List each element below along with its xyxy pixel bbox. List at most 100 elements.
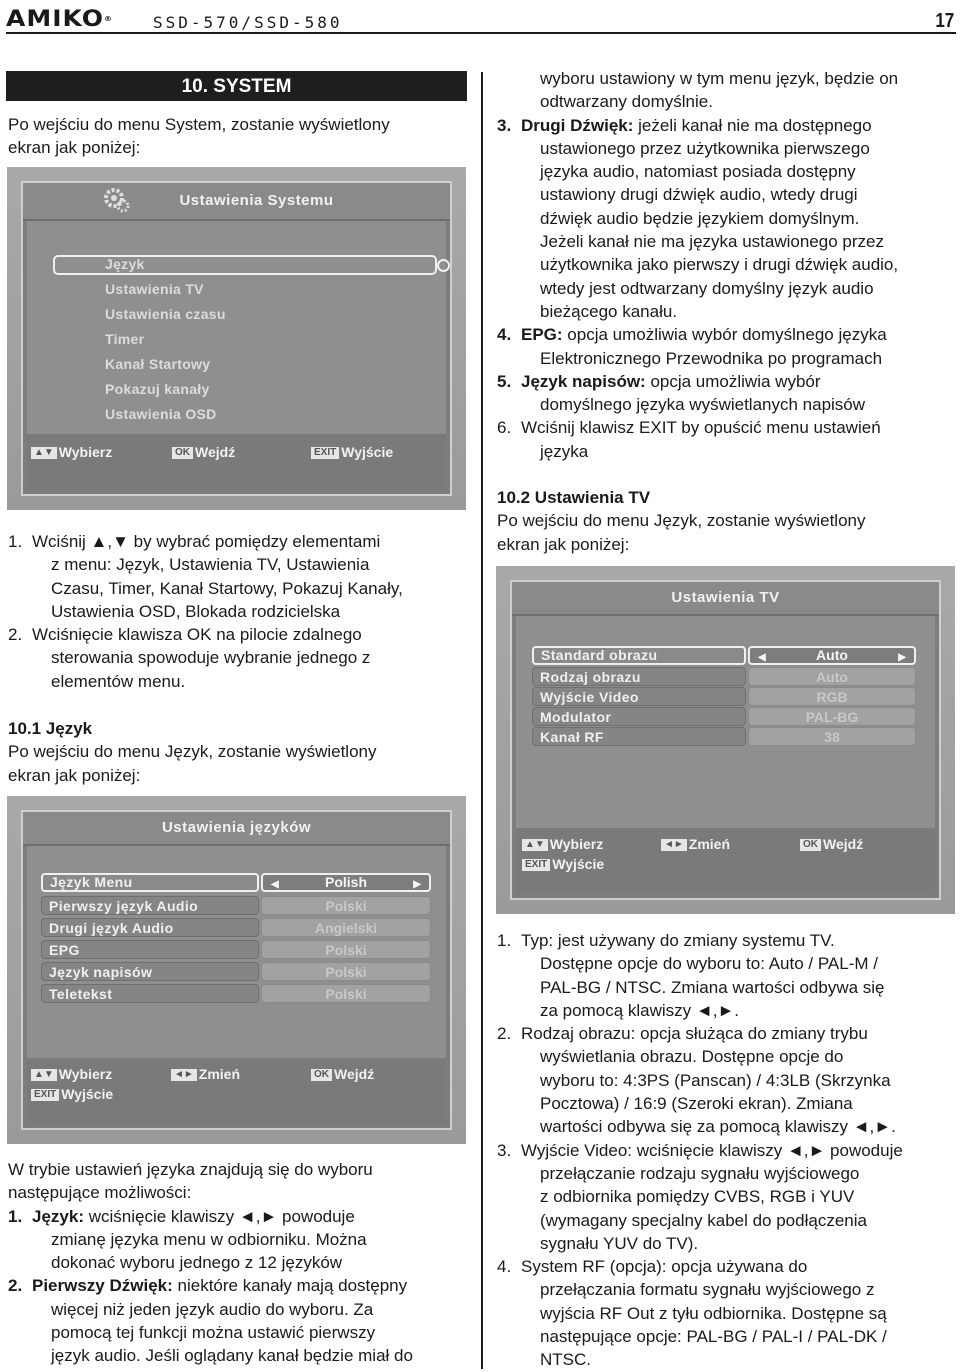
hint-enter: OK Wejdź	[172, 444, 235, 460]
value-text: Auto	[816, 647, 848, 663]
setting-row[interactable]: Język napisów Polski	[41, 962, 431, 981]
setting-row[interactable]: Wyjście Video RGB	[532, 687, 916, 706]
hint-change: ◄► Zmień	[171, 1066, 240, 1082]
menu-item-ustawienia-czasu[interactable]: Ustawienia czasu	[105, 306, 226, 322]
list-item: 2. Rodzaj obrazu: opcja służąca do zmiany…	[497, 1022, 960, 1045]
setting-label: Teletekst	[41, 984, 259, 1003]
setting-value[interactable]: Polski	[261, 940, 431, 959]
item-term: Język:	[32, 1206, 84, 1226]
arrow-right-icon[interactable]: ▶	[898, 650, 906, 665]
hint-change: ◄► Zmień	[661, 836, 730, 852]
menu-item-timer[interactable]: Timer	[105, 331, 144, 347]
text-line: przełączanie rodzaju sygnału wyjściowego	[540, 1163, 860, 1183]
list-item: 3. Wyjście Video: wciśnięcie klawiszy ◄,►…	[497, 1139, 960, 1162]
osd-body: Język Ustawienia TV Ustawienia czasu Tim…	[27, 221, 450, 447]
arrow-left-icon[interactable]: ◀	[758, 650, 766, 665]
setting-value[interactable]: ◀ Auto ▶	[748, 646, 916, 665]
text-line: za pomocą klawiszy ◄,►.	[540, 1000, 739, 1020]
setting-row[interactable]: Kanał RF 38	[532, 727, 916, 746]
text-line: odtwarzany domyślnie.	[540, 92, 713, 112]
setting-row[interactable]: Modulator PAL-BG	[532, 707, 916, 726]
text-line: wciśnięcie klawiszy ◄,► powoduje	[83, 1206, 355, 1226]
text-line: System RF (opcja): opcja używana do	[521, 1257, 808, 1277]
setting-label: Standard obrazu	[532, 646, 746, 665]
setting-value[interactable]: Auto	[748, 667, 916, 686]
setting-label: EPG	[41, 940, 259, 959]
item-number: 1.	[497, 931, 512, 950]
text-line: użytkownika jako pierwszy i drugi dźwięk…	[540, 255, 899, 275]
item-number: 5.	[497, 371, 512, 391]
text-line: następujące możliwości:	[8, 1183, 192, 1203]
setting-value[interactable]: Polski	[261, 896, 431, 915]
list-item: 6. Wciśnij klawisz EXIT by opuścić menu u…	[497, 416, 957, 439]
osd-footer: ▲▼ Wybierz ◄► Zmień OK Wejdź EXIT Wyjście	[27, 1060, 446, 1124]
up-down-key-icon: ▲▼	[31, 447, 57, 460]
arrow-left-icon[interactable]: ◀	[271, 877, 279, 892]
item-term: Pierwszy Dźwięk:	[32, 1276, 173, 1296]
list-item: 3. Drugi Dźwięk: jeżeli kanał nie ma dost…	[497, 114, 957, 137]
setting-value[interactable]: PAL-BG	[748, 707, 916, 726]
item-number: 1.	[8, 532, 23, 551]
text-line: wyjścia RF Out z tyłu odbiornika. Dostęp…	[540, 1303, 887, 1323]
menu-item-ustawienia-osd[interactable]: Ustawienia OSD	[105, 406, 217, 422]
setting-value[interactable]: Angielski	[261, 918, 431, 937]
osd-frame: Ustawienia TV Standard obrazu ◀ Auto ▶ R…	[510, 580, 941, 900]
tv-options: 1. Typ: jest używany do zmiany systemu TV…	[497, 929, 960, 1372]
setting-label: Rodzaj obrazu	[532, 667, 746, 686]
setting-row[interactable]: Drugi język Audio Angielski	[41, 918, 431, 937]
setting-value[interactable]: Polski	[261, 962, 431, 981]
hint-label: Wybierz	[549, 836, 604, 852]
exit-key-icon: EXIT	[31, 1089, 60, 1102]
item-number: 6.	[497, 418, 512, 438]
text-line: Typ: jest używany do zmiany systemu TV.	[521, 931, 835, 950]
text-line: W trybie ustawień języka znajdują się do…	[8, 1160, 373, 1179]
model-name: SSD-570/SSD-580	[153, 13, 343, 32]
text-line: ekran jak poniżej:	[497, 534, 630, 554]
section-intro: Po wejściu do menu System, zostanie wyśw…	[8, 113, 468, 160]
system-settings-screen: Ustawienia Systemu Język Ustawienia TV U…	[7, 167, 466, 510]
system-steps: 1. Wciśnij ▲,▼ by wybrać pomiędzy element…	[8, 530, 473, 693]
list-item: 5. Język napisów: opcja umożliwia wybór	[497, 370, 957, 393]
text-line: wyboru ustawiony w tym menu język, będzi…	[540, 69, 899, 88]
hint-label: Wybierz	[58, 444, 113, 460]
text-line: zmianę języka menu w odbiorniku. Można	[51, 1229, 367, 1249]
menu-item-pokazuj-kanaly[interactable]: Pokazuj kanały	[105, 381, 210, 397]
text-line: Pocztowa) / 16:9 (Szeroki ekran). Zmiana	[540, 1094, 853, 1114]
left-right-key-icon: ◄►	[661, 839, 687, 852]
setting-value[interactable]: ◀ Polish ▶	[261, 873, 431, 892]
text-line: Czasu, Timer, Kanał Startowy, Pokazuj Ka…	[51, 578, 403, 598]
text-line: sterowania spowoduje wybranie jednego z	[51, 648, 371, 668]
text-line: Wciśnij ▲,▼ by wybrać pomiędzy elementam…	[32, 532, 381, 551]
text-line: wyboru to: 4:3PS (Panscan) / 4:3LB (Skrz…	[540, 1070, 891, 1090]
hint-enter: OK Wejdź	[311, 1066, 374, 1082]
setting-row[interactable]: Pierwszy język Audio Polski	[41, 896, 431, 915]
text-line: pomocą tej funkcji można ustawić pierwsz…	[51, 1323, 376, 1343]
text-line: ustawionego przez użytkownika pierwszego	[540, 138, 870, 158]
setting-row[interactable]: EPG Polski	[41, 940, 431, 959]
setting-value[interactable]: RGB	[748, 687, 916, 706]
item-number: 4.	[497, 1257, 512, 1277]
text-line: następujące opcje: PAL-BG / PAL-I / PAL-…	[540, 1327, 887, 1347]
text-line: NTSC.	[540, 1350, 591, 1370]
menu-item-kanal-startowy[interactable]: Kanał Startowy	[105, 356, 210, 372]
setting-row[interactable]: Teletekst Polski	[41, 984, 431, 1003]
osd-title: Ustawienia Systemu	[23, 183, 450, 221]
menu-item-ustawienia-tv[interactable]: Ustawienia TV	[105, 281, 204, 297]
arrow-right-icon[interactable]: ▶	[413, 877, 421, 892]
menu-item-jezyk[interactable]: Język	[105, 256, 145, 272]
setting-label: Język napisów	[41, 962, 259, 981]
osd-title: Ustawienia TV	[512, 582, 939, 616]
setting-row[interactable]: Rodzaj obrazu Auto	[532, 667, 916, 686]
hint-exit: EXIT Wyjście	[311, 444, 393, 460]
setting-value[interactable]: 38	[748, 727, 916, 746]
setting-row[interactable]: Standard obrazu ◀ Auto ▶	[532, 646, 916, 665]
left-right-key-icon: ◄►	[171, 1069, 197, 1082]
hint-label: Wejdź	[195, 444, 236, 460]
setting-value[interactable]: Polski	[261, 984, 431, 1003]
text-line: język audio. Jeśli oglądany kanał będzie…	[51, 1346, 413, 1366]
setting-row[interactable]: Język Menu ◀ Polish ▶	[41, 873, 431, 892]
list-item: 1. Typ: jest używany do zmiany systemu TV…	[497, 929, 960, 952]
hint-label: Zmień	[198, 1066, 241, 1082]
list-item: 2. Pierwszy Dźwięk: niektóre kanały mają …	[8, 1274, 478, 1297]
text-line: z menu: Język, Ustawienia TV, Ustawienia	[51, 555, 370, 575]
